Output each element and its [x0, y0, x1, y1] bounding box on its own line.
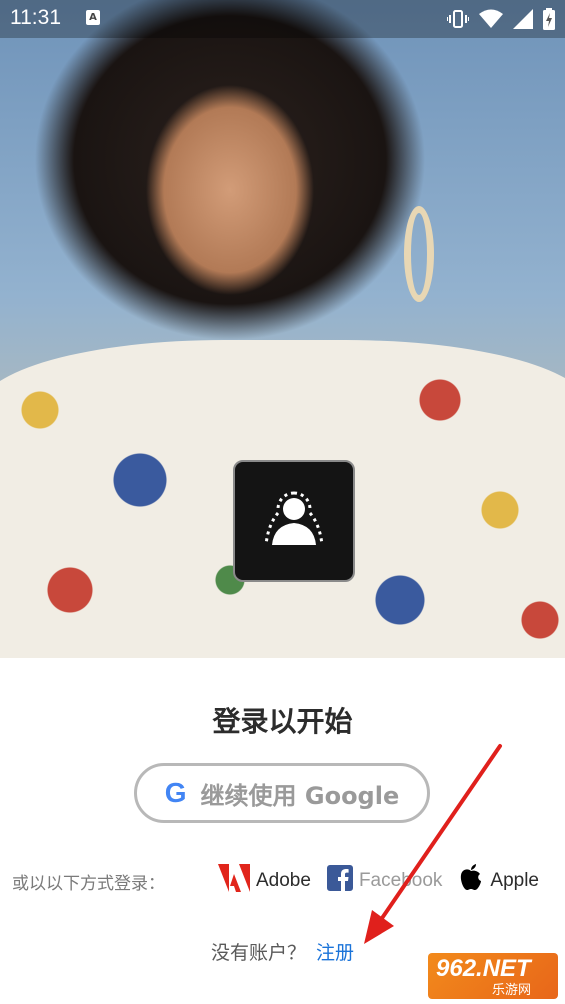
- no-account-text: 没有账户？: [210, 942, 306, 964]
- portrait-selection-icon: [262, 491, 326, 551]
- google-icon: G: [164, 777, 187, 808]
- alt-login-label: 或以以下方式登录：: [12, 873, 165, 894]
- watermark-logo: 962.NET 乐游网: [428, 953, 558, 999]
- status-bar: 11:31 A: [0, 0, 565, 38]
- adobe-label: Adobe: [256, 870, 311, 891]
- adobe-login-button[interactable]: Adobe: [218, 864, 311, 898]
- battery-charging-icon: [543, 8, 555, 30]
- watermark-tagline: 乐游网: [492, 982, 532, 997]
- hero-earring: [404, 206, 434, 302]
- status-time: 11:31: [10, 6, 61, 29]
- notification-a-icon: A: [86, 10, 100, 25]
- signal-icon: [513, 9, 533, 29]
- app-logo: [233, 460, 355, 582]
- login-title: 登录以开始: [212, 705, 353, 738]
- adobe-icon: [218, 864, 250, 898]
- wifi-icon: [479, 9, 503, 29]
- signup-link[interactable]: 注册: [316, 942, 354, 964]
- annotation-arrow: [364, 744, 502, 944]
- vibrate-icon: [447, 9, 469, 29]
